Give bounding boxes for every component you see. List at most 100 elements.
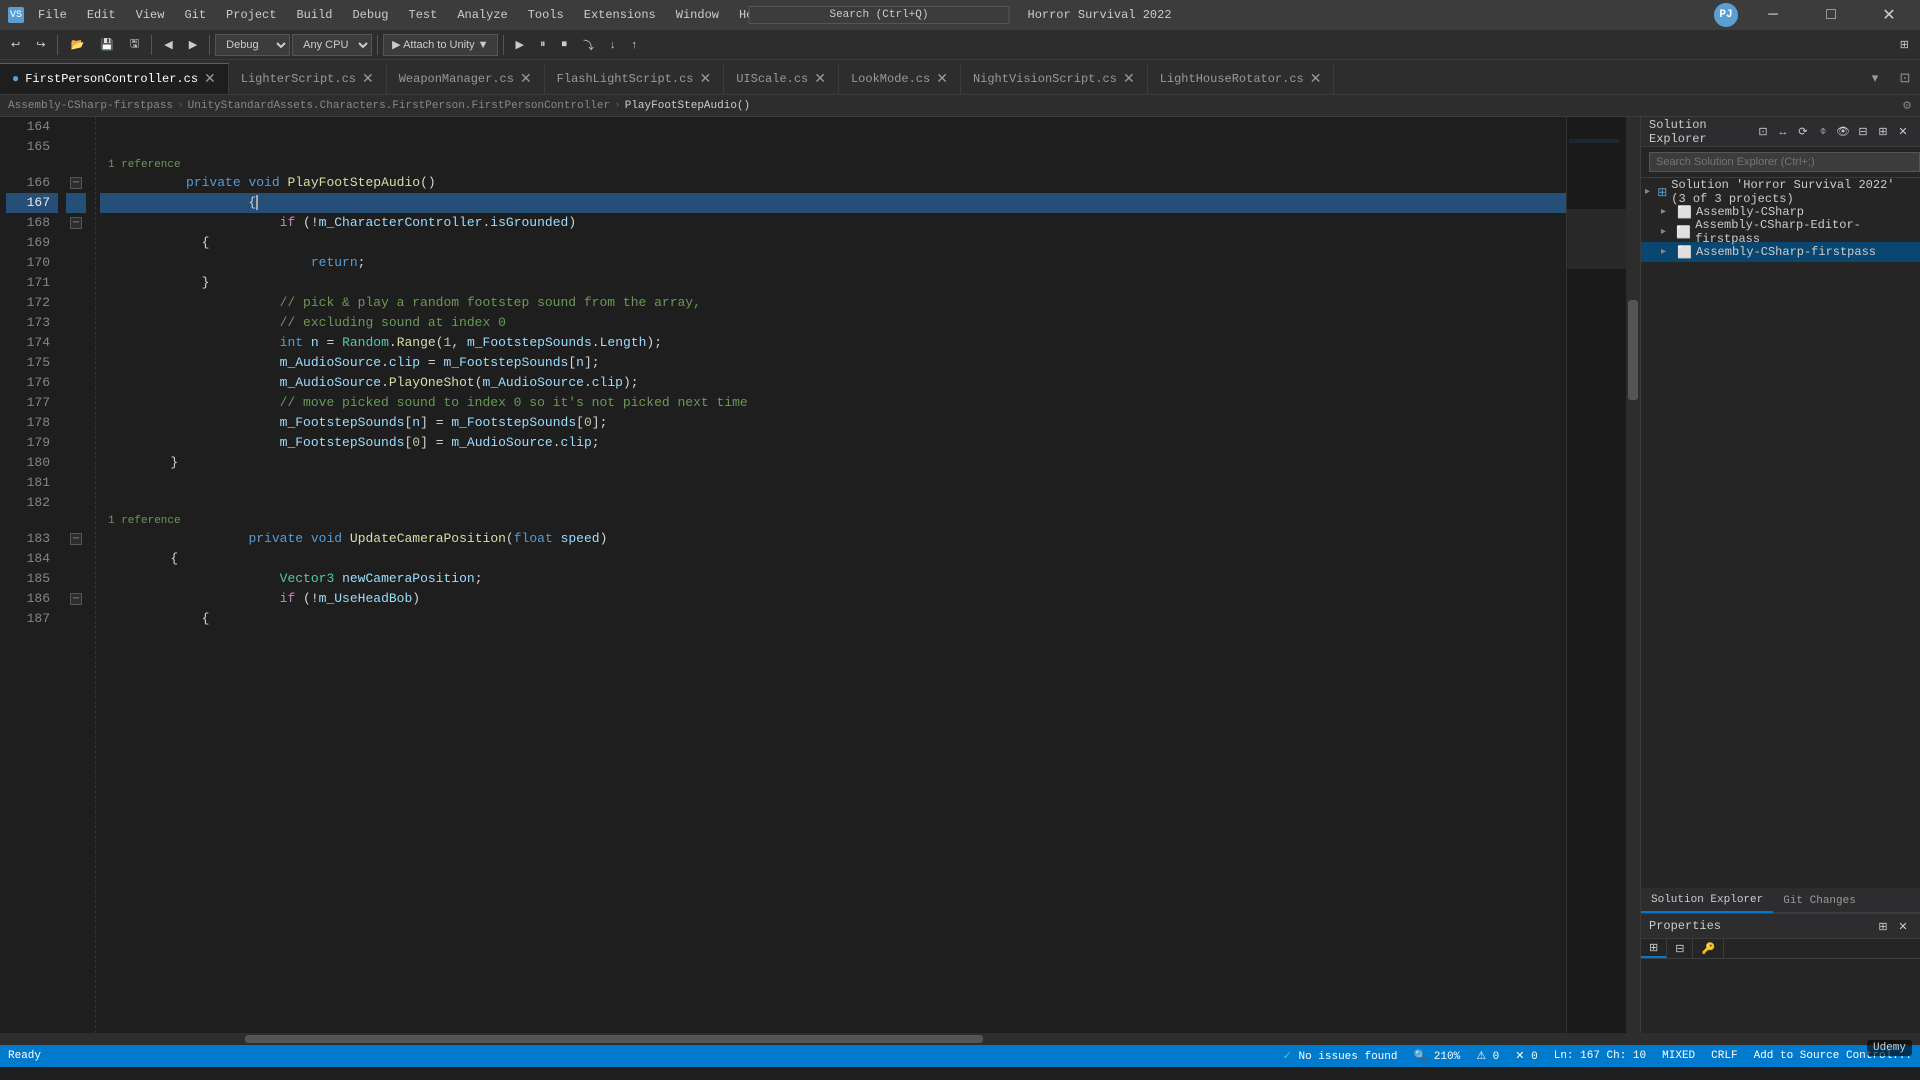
vscroll-thumb[interactable] [1628, 300, 1638, 400]
properties-panel: Properties ⊞ ✕ ⊞ ⊟ 🔑 [1641, 913, 1920, 1033]
breadcrumb-method[interactable]: PlayFootStepAudio() [625, 100, 750, 112]
tab-close-lighthouserotator[interactable]: ✕ [1310, 71, 1322, 88]
tab-lighterscript[interactable]: LighterScript.cs ✕ [229, 63, 387, 94]
line-166: 166 [6, 173, 58, 193]
status-no-issues[interactable]: ✓ No issues found [1283, 1049, 1398, 1063]
menu-test[interactable]: Test [403, 6, 444, 24]
debug-config-select[interactable]: Debug Release [215, 34, 290, 56]
cpu-config-select[interactable]: Any CPU x64 [292, 34, 372, 56]
tab-close-nightvisionscript[interactable]: ✕ [1123, 71, 1135, 88]
minimize-button[interactable]: ─ [1750, 0, 1796, 30]
code-line-164 [100, 117, 1566, 137]
step-out-button[interactable]: ↑ [625, 34, 645, 56]
tab-close-lighterscript[interactable]: ✕ [362, 71, 374, 88]
menu-build[interactable]: Build [290, 6, 338, 24]
menu-analyze[interactable]: Analyze [451, 6, 513, 24]
tree-solution[interactable]: ▸ ⊞ Solution 'Horror Survival 2022' (3 o… [1641, 182, 1920, 202]
breadcrumb-options[interactable]: ⚙ [1902, 99, 1912, 112]
se-btn-preview[interactable]: 👁 [1834, 122, 1852, 142]
user-avatar[interactable]: PJ [1714, 3, 1738, 27]
step-into-button[interactable]: ↓ [603, 34, 623, 56]
tab-flashlightscript[interactable]: FlashLightScript.cs ✕ [545, 63, 725, 94]
tab-close-firstpersoncontroller[interactable]: ✕ [204, 71, 216, 88]
status-warnings[interactable]: ⚠ 0 [1476, 1049, 1499, 1063]
pause-button[interactable]: ⏸ [533, 34, 553, 56]
tree-item-editor-firstpass[interactable]: ▸ ⬜ Assembly-CSharp-Editor-firstpass [1641, 222, 1920, 242]
status-encoding[interactable]: MIXED [1662, 1050, 1695, 1062]
tab-close-weaponmanager[interactable]: ✕ [520, 71, 532, 88]
step-over-button[interactable]: ⤵ [576, 34, 601, 56]
hscroll-track[interactable] [60, 1035, 1906, 1043]
se-btn-collapse-all[interactable]: ⊟ [1854, 122, 1872, 142]
horizontal-scrollbar[interactable] [0, 1033, 1920, 1045]
menu-git[interactable]: Git [178, 6, 212, 24]
tab-git-changes[interactable]: Git Changes [1773, 888, 1866, 913]
tab-solution-explorer[interactable]: Solution Explorer [1641, 888, 1773, 913]
tab-icon: ● [12, 72, 19, 86]
menu-view[interactable]: View [130, 6, 171, 24]
collapse-168: ─ [70, 217, 82, 229]
se-btn-sync[interactable]: ↔ [1774, 122, 1792, 142]
props-dock[interactable]: ⊞ [1874, 916, 1892, 936]
status-errors[interactable]: ✕ 0 [1515, 1049, 1537, 1063]
menu-extensions[interactable]: Extensions [578, 6, 662, 24]
vertical-scrollbar[interactable] [1626, 117, 1640, 1033]
tab-lighthouserotator[interactable]: LightHouseRotator.cs ✕ [1148, 63, 1335, 94]
back-button[interactable]: ◀ [157, 34, 179, 56]
breadcrumb-class[interactable]: UnityStandardAssets.Characters.FirstPers… [188, 100, 610, 112]
tab-close-uiscale[interactable]: ✕ [814, 71, 826, 88]
se-btn-1[interactable]: ⊡ [1754, 122, 1772, 142]
se-dock[interactable]: ⊞ [1874, 122, 1892, 142]
undo-button[interactable]: ↩ [4, 34, 27, 56]
tab-close-lookmode[interactable]: ✕ [936, 71, 948, 88]
tab-lookmode[interactable]: LookMode.cs ✕ [839, 63, 961, 94]
save-all-button[interactable]: 🖫 [123, 34, 146, 56]
menu-edit[interactable]: Edit [81, 6, 122, 24]
tab-expand-button[interactable]: ⊡ [1890, 63, 1920, 94]
tab-weaponmanager[interactable]: WeaponManager.cs ✕ [387, 63, 545, 94]
search-box[interactable]: Search (Ctrl+Q) [748, 6, 1009, 24]
props-close[interactable]: ✕ [1894, 916, 1912, 936]
tab-list-button[interactable]: ▾ [1860, 63, 1890, 94]
prop-tab-key[interactable]: 🔑 [1693, 939, 1724, 958]
menu-tools[interactable]: Tools [522, 6, 570, 24]
menu-file[interactable]: File [32, 6, 73, 24]
status-line-col[interactable]: Ln: 167 Ch: 10 [1554, 1050, 1646, 1062]
close-button[interactable]: ✕ [1866, 0, 1912, 30]
open-file-button[interactable]: 📂 [63, 34, 91, 56]
redo-button[interactable]: ↪ [29, 34, 52, 56]
se-btn-refresh[interactable]: ⟳ [1794, 122, 1812, 142]
minimap[interactable] [1566, 117, 1626, 1033]
hscroll-thumb[interactable] [245, 1035, 983, 1043]
tab-label: WeaponManager.cs [399, 72, 514, 86]
line-185: 185 [6, 569, 58, 589]
se-close[interactable]: ✕ [1894, 122, 1912, 142]
prop-tab-sort[interactable]: ⊟ [1667, 939, 1693, 958]
status-ready[interactable]: Ready [8, 1050, 41, 1062]
menu-debug[interactable]: Debug [346, 6, 394, 24]
save-button[interactable]: 💾 [93, 34, 121, 56]
breadcrumb-assembly[interactable]: Assembly-CSharp-firstpass [8, 100, 173, 112]
code-lines[interactable]: 1 reference private void PlayFootStepAud… [96, 117, 1566, 1033]
prop-tab-grid[interactable]: ⊞ [1641, 939, 1667, 958]
maximize-button[interactable]: □ [1808, 0, 1854, 30]
forward-button[interactable]: ▶ [182, 34, 204, 56]
tab-firstpersoncontroller[interactable]: ● FirstPersonController.cs ✕ [0, 63, 229, 94]
collapse-186: ─ [70, 593, 82, 605]
attach-to-unity-button[interactable]: ▶ Attach to Unity ▼ [383, 34, 497, 56]
menu-window[interactable]: Window [670, 6, 725, 24]
se-search-input[interactable] [1649, 152, 1920, 172]
tab-close-flashlightscript[interactable]: ✕ [700, 71, 712, 88]
minimap-viewport[interactable] [1567, 209, 1626, 269]
menu-project[interactable]: Project [220, 6, 282, 24]
tab-uiscale[interactable]: UIScale.cs ✕ [724, 63, 839, 94]
stop-button[interactable]: ⏹ [555, 34, 575, 56]
status-zoom[interactable]: 🔍 210% [1414, 1049, 1461, 1063]
tab-nightvisionscript[interactable]: NightVisionScript.cs ✕ [961, 63, 1148, 94]
se-btn-filter[interactable]: ⌽ [1814, 122, 1832, 142]
play-button[interactable]: ▶ [509, 34, 531, 56]
status-line-ending[interactable]: CRLF [1711, 1050, 1737, 1062]
line-167: 167 [6, 193, 58, 213]
editor-icon: ⬜ [1676, 225, 1691, 240]
dock-right-button[interactable]: ⊞ [1893, 34, 1916, 56]
